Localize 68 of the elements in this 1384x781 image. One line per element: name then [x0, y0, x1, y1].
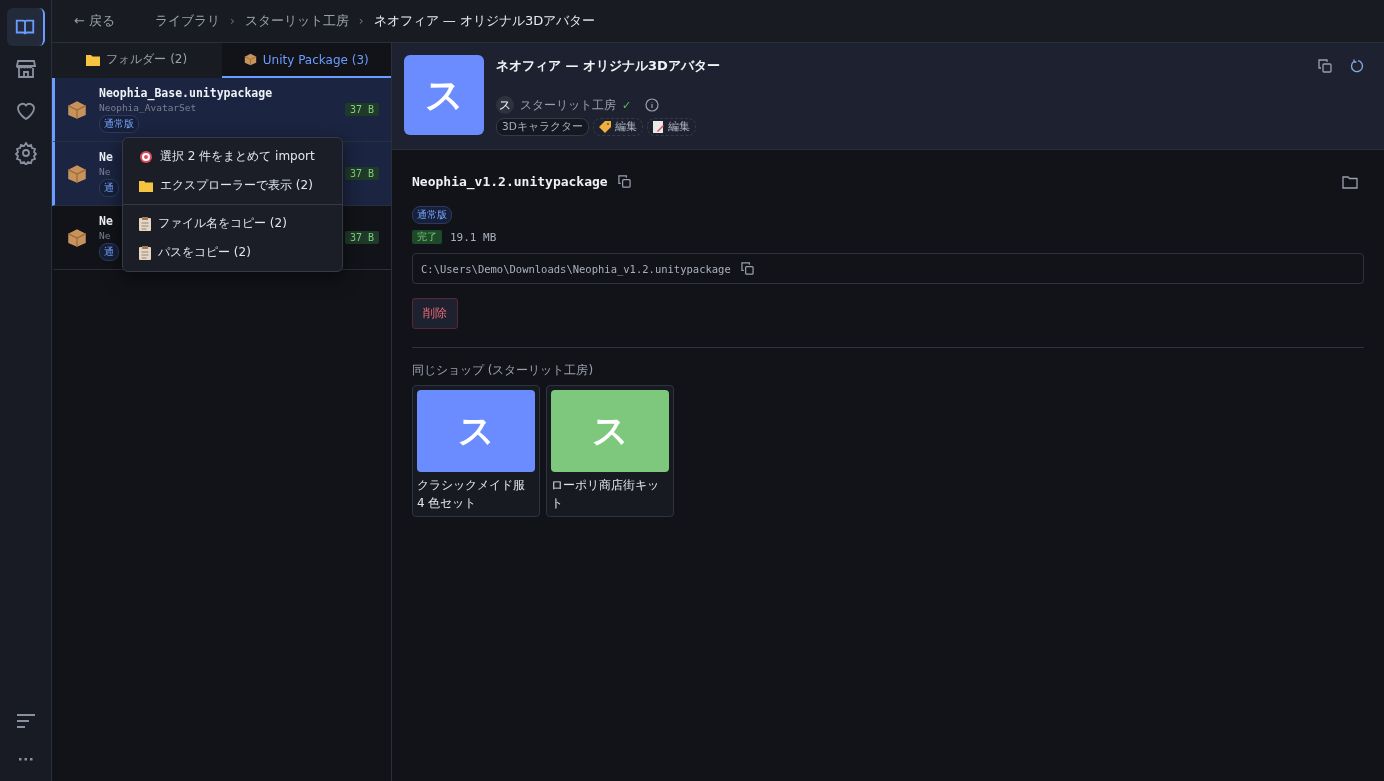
- product-card[interactable]: ス ローポリ商店街キット: [546, 385, 674, 517]
- category-tag: 3Dキャラクター: [496, 118, 589, 136]
- nav-button[interactable]: [6, 8, 45, 46]
- path-field[interactable]: C:\Users\Demo\Downloads\Neophia_v1.2.unitypackage: [412, 253, 1364, 284]
- file-size: 19.1 MB: [450, 230, 497, 244]
- sort-icon[interactable]: [16, 714, 35, 728]
- edition-tag: 通常版: [412, 206, 452, 224]
- breadcrumb-separator: ›: [358, 14, 364, 28]
- package-icon: [67, 227, 87, 248]
- package-icon: [243, 53, 257, 66]
- product-thumbnail: ス: [551, 390, 669, 472]
- file-name: Ne: [99, 150, 113, 164]
- store-icon: [13, 57, 38, 81]
- folder-icon: [86, 53, 101, 66]
- info-icon[interactable]: [645, 98, 660, 112]
- file-name: Neophia_v1.2.unitypackage: [412, 174, 608, 189]
- memo-icon: [652, 121, 664, 133]
- verified-mark: ✓: [622, 98, 632, 112]
- edition-tag: 通: [99, 243, 119, 261]
- shop-link[interactable]: スターリット工房: [520, 96, 616, 114]
- clipboard-icon: [139, 245, 151, 260]
- delete-button[interactable]: 削除: [412, 298, 458, 329]
- copy-icon[interactable]: [1318, 59, 1332, 73]
- product-title: ローポリ商店街キット: [551, 477, 660, 512]
- edition-tag: 通常版: [99, 115, 139, 133]
- copy-icon[interactable]: [617, 175, 631, 188]
- edition-tag: 通: [99, 179, 119, 197]
- folder-icon[interactable]: [1342, 174, 1358, 189]
- tag-icon: [598, 121, 611, 133]
- product-thumbnail: ス: [404, 55, 484, 135]
- product-title: ネオフィア — オリジナル3Dアバター: [496, 57, 720, 75]
- size-badge: 37 B: [344, 231, 379, 244]
- target-icon: [139, 149, 153, 164]
- package-icon: [67, 163, 87, 184]
- breadcrumb-link[interactable]: スターリット工房: [244, 12, 349, 30]
- breadcrumb-link[interactable]: ネオフィア — オリジナル3Dアバター: [373, 12, 596, 30]
- product-title: クラシックメイド服 4 色セット: [417, 477, 526, 512]
- package-icon: [67, 99, 87, 120]
- edit-button[interactable]: 編集: [592, 118, 643, 136]
- breadcrumb-separator: ›: [230, 14, 235, 28]
- folder-icon: [139, 179, 153, 192]
- product-card[interactable]: ス クラシックメイド服 4 色セット: [412, 385, 540, 517]
- more-icon[interactable]: [18, 758, 33, 761]
- settings-icon: [13, 141, 38, 165]
- back-button[interactable]: ← 戻る: [74, 12, 116, 30]
- menu-item[interactable]: 選択 2 件をまとめて import: [123, 142, 342, 171]
- file-subtitle: Ne: [99, 230, 111, 241]
- menu-item[interactable]: エクスプローラーで表示 (2): [123, 171, 342, 200]
- edit-button[interactable]: 編集: [646, 118, 696, 136]
- size-badge: 37 B: [344, 103, 379, 116]
- product-thumbnail: ス: [417, 390, 535, 472]
- tab[interactable]: フォルダー (2): [52, 43, 222, 78]
- copy-icon[interactable]: [740, 262, 754, 275]
- clipboard-icon: [139, 216, 151, 231]
- section-heading: 同じショップ (スターリット工房): [412, 362, 595, 379]
- file-row[interactable]: Neophia_Base.unitypackage Neophia_AvatarSet 通常版 37 B: [52, 78, 391, 142]
- menu-item[interactable]: パスをコピー (2): [123, 238, 342, 267]
- file-subtitle: Neophia_AvatarSet: [99, 102, 197, 113]
- file-name: Ne: [99, 214, 113, 228]
- file-subtitle: Ne: [99, 166, 111, 177]
- file-name: Neophia_Base.unitypackage: [99, 86, 273, 100]
- shop-avatar: ス: [496, 96, 514, 114]
- menu-item[interactable]: ファイル名をコピー (2): [123, 209, 342, 238]
- size-badge: 37 B: [344, 167, 379, 180]
- breadcrumb-link[interactable]: ライブラリ: [155, 12, 221, 30]
- refresh-icon[interactable]: [1350, 59, 1364, 73]
- status-badge: 完了: [412, 230, 442, 244]
- tab[interactable]: Unity Package (3): [221, 43, 391, 78]
